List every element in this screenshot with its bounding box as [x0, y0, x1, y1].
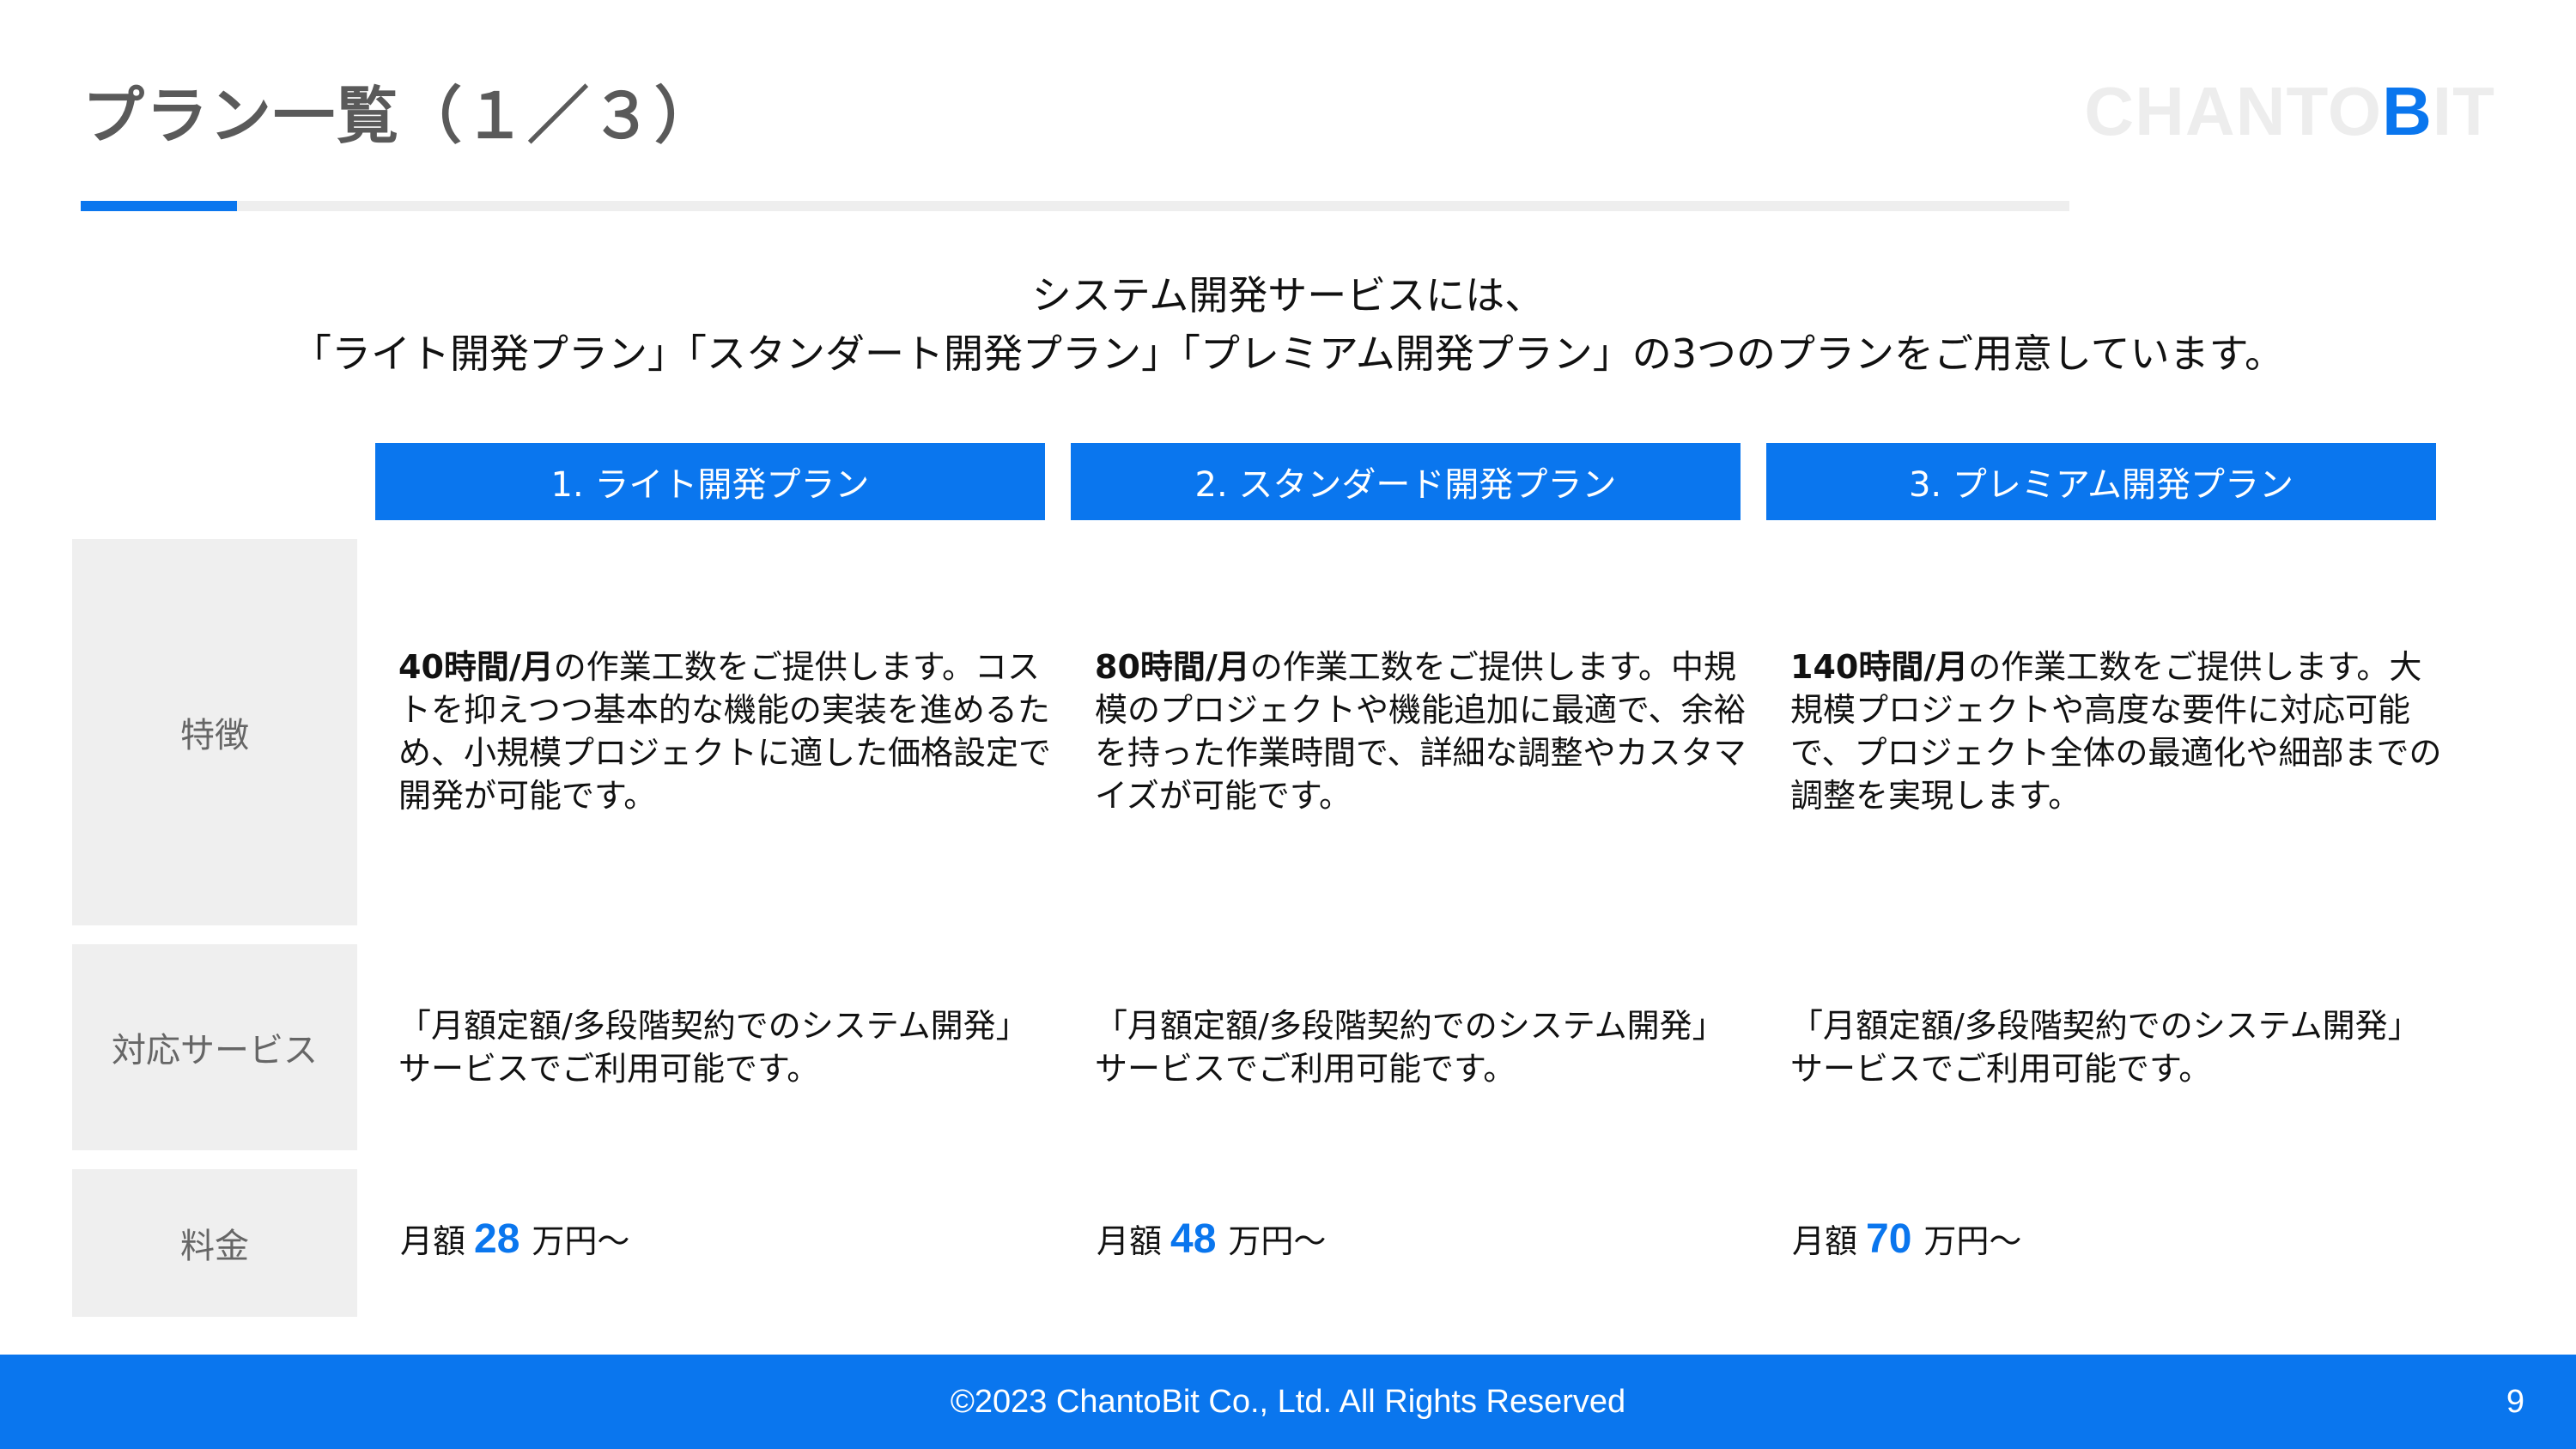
features-hours-premium: 140時間/月	[1790, 648, 1969, 686]
intro-line-2: 「ライト開発プラン」「スタンダート開発プラン」「プレミアム開発プラン」の3つのプ…	[291, 330, 2285, 377]
price-suffix-standard: 万円～	[1228, 1222, 1327, 1260]
price-prefix-lite: 月額	[400, 1222, 466, 1260]
features-hours-standard: 80時間/月	[1095, 648, 1250, 686]
service-cell-standard: 「月額定額/多段階契約でのシステム開発」サービスでご利用可能です。	[1095, 1007, 1709, 1088]
logo-text-accent: B	[2382, 73, 2433, 149]
price-value-standard: 48	[1170, 1216, 1217, 1262]
features-cell-premium: 140時間/月の作業工数をご提供します。大規模プロジェクトや高度な要件に対応可能…	[1790, 646, 2443, 817]
logo-text-main: CHANTO	[2084, 73, 2383, 149]
price-suffix-premium: 万円～	[1923, 1222, 2022, 1260]
plan-header-lite: 1. ライト開発プラン	[375, 443, 1045, 520]
features-hours-lite: 40時間/月	[398, 648, 554, 686]
page-number: 9	[2506, 1383, 2524, 1420]
plan-header-premium: 3. プレミアム開発プラン	[1766, 443, 2436, 520]
price-cell-standard: 月額 48 万円～	[1097, 1215, 1326, 1263]
company-logo: CHANTOBIT	[2084, 72, 2495, 151]
price-suffix-lite: 万円～	[532, 1222, 630, 1260]
intro-line-1: システム開発サービスには、	[1031, 272, 1545, 318]
service-cell-lite: 「月額定額/多段階契約でのシステム開発」サービスでご利用可能です。	[398, 1007, 1012, 1088]
page-title: プラン一覧（１／３）	[82, 80, 719, 152]
service-cell-premium: 「月額定額/多段階契約でのシステム開発」サービスでご利用可能です。	[1790, 1007, 2404, 1088]
intro-text: システム開発サービスには、 「ライト開発プラン」「スタンダート開発プラン」「プレ…	[0, 266, 2576, 383]
row-label-price: 料金	[72, 1169, 357, 1317]
price-prefix-standard: 月額	[1097, 1222, 1163, 1260]
price-cell-lite: 月額 28 万円～	[400, 1215, 629, 1263]
row-label-service: 対応サービス	[72, 944, 357, 1150]
logo-text-tail: IT	[2432, 73, 2495, 149]
title-divider	[81, 201, 2069, 211]
price-cell-premium: 月額 70 万円～	[1792, 1215, 2021, 1263]
title-divider-accent	[81, 201, 237, 211]
row-label-features: 特徴	[72, 539, 357, 925]
features-cell-lite: 40時間/月の作業工数をご提供します。コストを抑えつつ基本的な機能の実装を進める…	[398, 646, 1051, 817]
price-prefix-premium: 月額	[1792, 1222, 1858, 1260]
price-value-premium: 70	[1866, 1216, 1912, 1262]
footer-bar: ©2023 ChantoBit Co., Ltd. All Rights Res…	[0, 1355, 2576, 1449]
footer-copyright: ©2023 ChantoBit Co., Ltd. All Rights Res…	[950, 1383, 1626, 1420]
plan-header-standard: 2. スタンダード開発プラン	[1071, 443, 1741, 520]
features-cell-standard: 80時間/月の作業工数をご提供します。中規模のプロジェクトや機能追加に最適で、余…	[1095, 646, 1747, 817]
price-value-lite: 28	[474, 1216, 520, 1262]
